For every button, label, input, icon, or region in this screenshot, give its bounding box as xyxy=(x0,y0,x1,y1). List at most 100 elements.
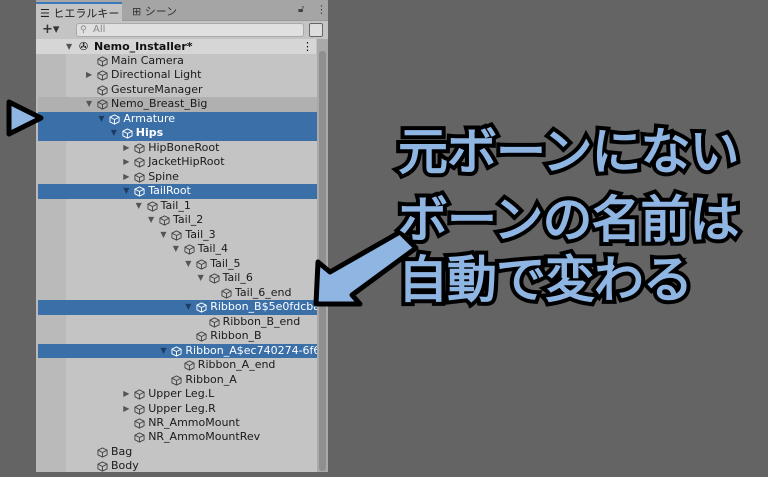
expanded-arrow-icon[interactable]: ▼ xyxy=(160,344,166,359)
row-label: Bag xyxy=(111,444,133,458)
tree-row[interactable]: ▼ Tail_2 xyxy=(38,213,318,228)
row-label: Tail_5 xyxy=(210,256,241,270)
tree-row[interactable]: ▶ HipBoneRoot xyxy=(38,141,318,156)
row-label: Tail_1 xyxy=(160,198,191,212)
tree-row[interactable]: ▼ Tail_3 xyxy=(38,228,318,243)
row-label: Tail_6_end xyxy=(235,285,292,299)
tab-scene[interactable]: ⊞ シーン xyxy=(128,2,177,21)
tree-row[interactable]: Ribbon_B xyxy=(38,329,318,344)
gameobject-cube-icon xyxy=(109,114,120,125)
tree-row[interactable]: Ribbon_B_end xyxy=(38,315,318,330)
gameobject-cube-icon xyxy=(196,259,207,270)
gameobject-cube-icon xyxy=(209,273,220,284)
gameobject-cube-icon xyxy=(134,418,145,429)
collapsed-arrow-icon[interactable]: ▶ xyxy=(123,141,129,156)
row-label: Nemo_Breast_Big xyxy=(111,97,208,111)
add-button[interactable]: +▾ xyxy=(42,22,59,37)
expanded-arrow-icon[interactable]: ▼ xyxy=(86,97,92,112)
gameobject-cube-icon xyxy=(134,143,145,154)
gameobject-cube-icon xyxy=(134,186,145,197)
gameobject-cube-icon xyxy=(196,302,207,313)
tree-row[interactable]: ▼ Nemo_Breast_Big xyxy=(38,97,318,112)
lock-icon[interactable]: 🔓︎ xyxy=(298,4,304,15)
tree-row[interactable]: Ribbon_A_end xyxy=(38,358,318,373)
tree-row[interactable]: ▼ Tail_4 xyxy=(38,242,318,257)
collapsed-arrow-icon[interactable]: ▶ xyxy=(123,402,129,417)
expanded-arrow-icon[interactable]: ▼ xyxy=(185,300,191,315)
row-label: TailRoot xyxy=(148,184,191,198)
row-label: HipBoneRoot xyxy=(148,140,220,154)
tree-row[interactable]: Ribbon_A xyxy=(38,373,318,388)
row-label: Tail_4 xyxy=(197,242,229,256)
tree-row[interactable]: ▼ Ribbon_A$ec740274-6f6f- xyxy=(38,343,328,359)
tree-row[interactable]: ▼ Ribbon_B$5e0fdcba- xyxy=(38,300,324,315)
search-input[interactable]: ⚲ All xyxy=(76,23,304,37)
row-label: Main Camera xyxy=(111,54,184,67)
tree-row[interactable]: ▶ Upper Leg.L xyxy=(38,387,318,402)
gameobject-cube-icon xyxy=(196,331,207,342)
tree-row[interactable]: Tail_6_end xyxy=(38,286,318,301)
expanded-arrow-icon[interactable]: ▼ xyxy=(173,242,179,257)
scrollbar-thumb[interactable] xyxy=(319,51,326,471)
gameobject-cube-icon xyxy=(97,70,108,82)
gameobject-cube-icon xyxy=(184,244,195,255)
gameobject-cube-icon xyxy=(97,85,108,96)
tree-row[interactable]: GestureManager xyxy=(38,83,318,98)
gameobject-cube-icon xyxy=(209,317,220,328)
list-icon: ☰ xyxy=(40,7,54,20)
collapsed-arrow-icon[interactable]: ▶ xyxy=(123,170,129,185)
expanded-arrow-icon[interactable]: ▼ xyxy=(148,213,154,228)
pointer-triangle-icon xyxy=(6,99,44,137)
gameobject-cube-icon xyxy=(97,447,108,458)
scrollbar[interactable] xyxy=(317,39,328,472)
gameobject-cube-icon xyxy=(97,461,108,473)
row-label: Tail_3 xyxy=(185,227,216,241)
collapsed-arrow-icon[interactable]: ▶ xyxy=(123,155,129,170)
collapsed-arrow-icon[interactable]: ▶ xyxy=(86,68,92,83)
gameobject-cube-icon xyxy=(97,56,108,67)
grid-icon: ⊞ xyxy=(132,5,145,18)
toolbar: +▾ ⚲ All xyxy=(36,21,328,39)
tree-row[interactable]: ▶ Directional Light xyxy=(38,68,318,83)
expanded-arrow-icon[interactable]: ▼ xyxy=(160,228,166,243)
row-label: Ribbon_A$ec740274-6f6f- xyxy=(185,343,328,357)
gameobject-cube-icon xyxy=(122,128,133,139)
gameobject-cube-icon xyxy=(134,389,145,400)
tree-row[interactable]: ▼ Hips xyxy=(38,126,318,141)
gameobject-cube-icon xyxy=(134,157,145,168)
expanded-arrow-icon[interactable]: ▼ xyxy=(123,184,129,199)
tree-row[interactable]: ▼ Tail_6 xyxy=(38,271,318,286)
annotation-line-1: 元ボーンにない xyxy=(394,119,743,185)
more-icon[interactable]: ⋮ xyxy=(316,3,327,16)
tree-row[interactable]: ▶ JacketHipRoot xyxy=(38,155,318,170)
scene-menu-icon[interactable]: ⋮ xyxy=(302,39,313,54)
expanded-arrow-icon[interactable]: ▼ xyxy=(136,199,142,214)
expanded-arrow-icon[interactable]: ▼ xyxy=(185,257,191,272)
tree-row[interactable]: ▶ Spine xyxy=(38,170,318,185)
row-label: Hips xyxy=(135,126,164,140)
tab-hierarchy[interactable]: ☰ ヒエラルキー xyxy=(36,2,122,21)
row-label: JacketHipRoot xyxy=(148,155,225,169)
tree-row[interactable]: ▼ Tail_1 xyxy=(38,199,318,214)
expand-arrow-icon[interactable]: ▼ xyxy=(66,39,72,54)
collapsed-arrow-icon[interactable]: ▶ xyxy=(123,387,129,402)
tree-row[interactable]: ▼ TailRoot xyxy=(38,184,318,199)
expanded-arrow-icon[interactable]: ▼ xyxy=(98,112,104,127)
tree-row[interactable]: NR_AmmoMountRev xyxy=(38,430,318,445)
tree-row[interactable]: NR_AmmoMount xyxy=(38,416,318,431)
gameobject-cube-icon xyxy=(184,360,195,371)
scene-view-toggle-icon[interactable] xyxy=(309,23,323,37)
gameobject-cube-icon xyxy=(159,215,170,226)
tree-row[interactable]: ▼ Tail_5 xyxy=(38,257,318,272)
expanded-arrow-icon[interactable]: ▼ xyxy=(111,126,117,141)
scene-header[interactable]: ▼ ✇ Nemo_Installer* ⋮ xyxy=(36,39,316,54)
row-label: Directional Light xyxy=(111,68,202,82)
row-label: Upper Leg.L xyxy=(148,387,215,401)
row-label: Ribbon_A xyxy=(185,372,237,386)
tree-row[interactable]: ▼ Armature xyxy=(38,111,318,127)
expanded-arrow-icon[interactable]: ▼ xyxy=(198,271,204,286)
tree-row[interactable]: Bag xyxy=(38,445,318,460)
tree-row[interactable]: Main Camera xyxy=(38,54,318,69)
tree-row[interactable]: ▶ Upper Leg.R xyxy=(38,402,318,417)
row-label: Ribbon_B xyxy=(210,329,262,343)
